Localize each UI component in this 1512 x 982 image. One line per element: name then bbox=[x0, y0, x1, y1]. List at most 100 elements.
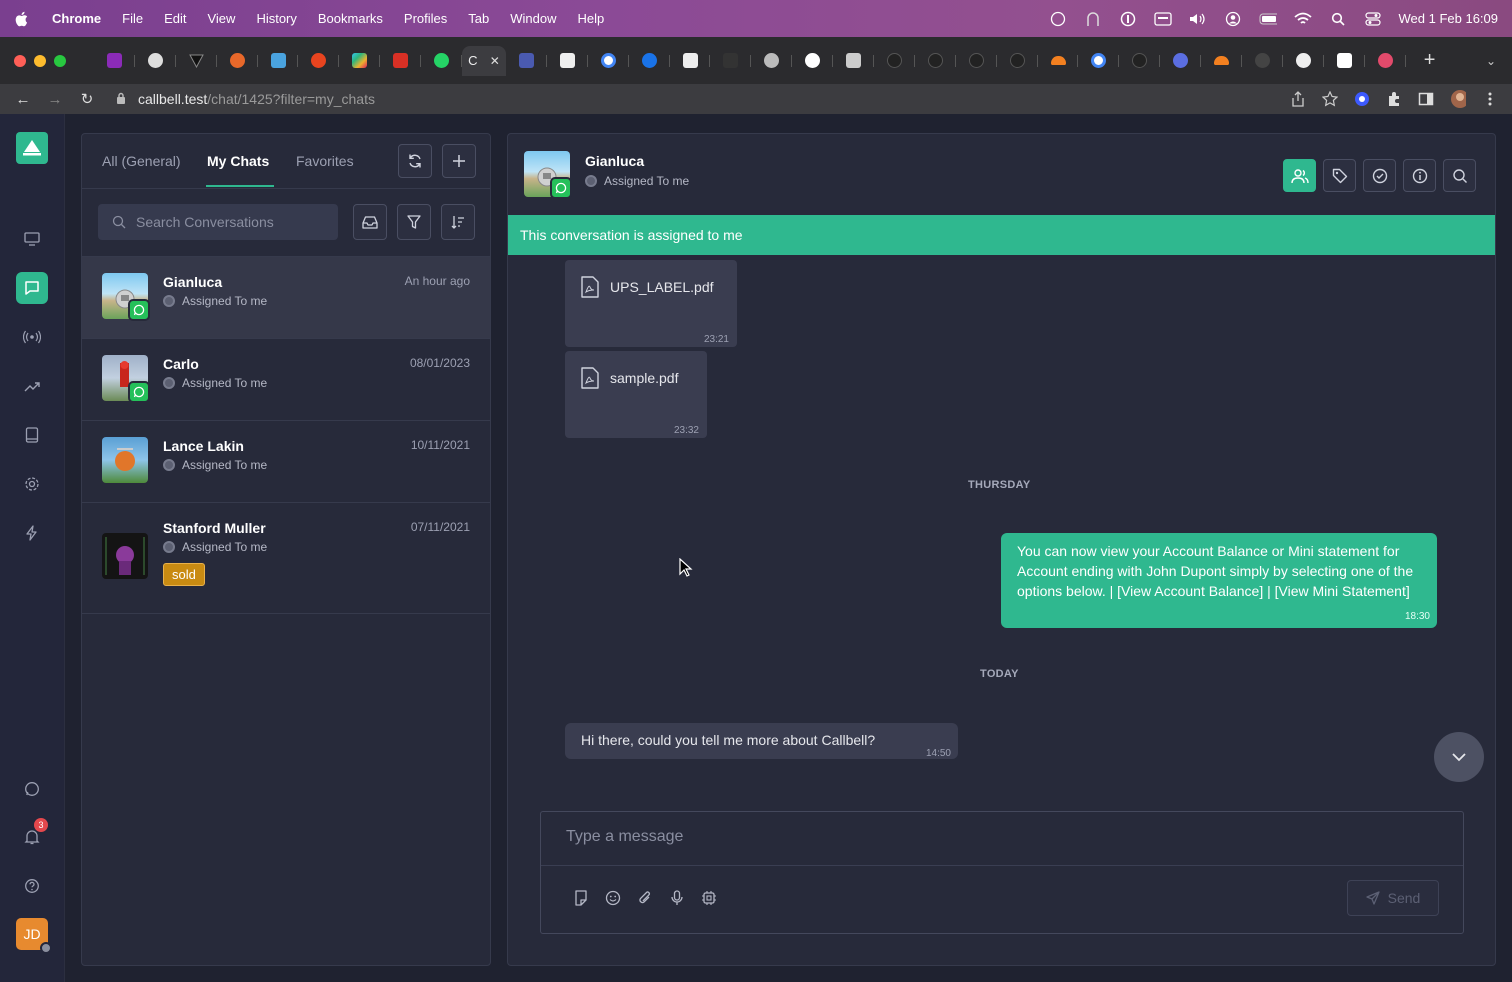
browser-tab[interactable] bbox=[547, 46, 588, 76]
browser-tab[interactable] bbox=[298, 46, 340, 76]
tab-all-general[interactable]: All (General) bbox=[102, 153, 181, 169]
nav-notifications-bell-icon[interactable]: 3 bbox=[16, 818, 48, 853]
incoming-message[interactable]: Hi there, could you tell me more about C… bbox=[565, 723, 958, 759]
control-center-icon[interactable] bbox=[1364, 11, 1382, 26]
assign-agents-button[interactable] bbox=[1283, 159, 1316, 192]
battery-icon[interactable] bbox=[1259, 12, 1277, 26]
browser-tab[interactable] bbox=[792, 46, 834, 76]
browser-tab[interactable] bbox=[915, 46, 956, 76]
user-avatar[interactable]: JD bbox=[16, 918, 52, 954]
browser-menu-icon[interactable] bbox=[1482, 91, 1498, 107]
browser-tab[interactable] bbox=[380, 46, 422, 76]
nav-analytics-icon[interactable] bbox=[16, 370, 48, 402]
browser-tab[interactable] bbox=[874, 46, 915, 76]
inbox-button[interactable] bbox=[353, 204, 387, 240]
nav-automations-bolt-icon[interactable] bbox=[16, 517, 48, 549]
extension-icon[interactable] bbox=[1354, 91, 1370, 107]
side-panel-icon[interactable] bbox=[1418, 91, 1434, 107]
arch-icon[interactable] bbox=[1084, 11, 1102, 26]
tab-close-icon[interactable]: ✕ bbox=[490, 54, 500, 68]
menu-edit[interactable]: Edit bbox=[164, 11, 186, 26]
browser-tab[interactable] bbox=[751, 46, 793, 76]
menu-tab[interactable]: Tab bbox=[468, 11, 489, 26]
attachment-paperclip-icon[interactable] bbox=[636, 889, 654, 907]
apple-icon[interactable] bbox=[14, 11, 30, 27]
bookmark-star-icon[interactable] bbox=[1322, 91, 1338, 107]
browser-tab[interactable] bbox=[1365, 46, 1406, 76]
browser-tab[interactable] bbox=[1201, 46, 1243, 76]
nav-contacts-book-icon[interactable] bbox=[16, 419, 48, 451]
new-tab-button[interactable]: + bbox=[1420, 49, 1440, 72]
browser-tab-active[interactable]: C ✕ bbox=[462, 45, 507, 76]
circle-status-icon[interactable] bbox=[1049, 11, 1067, 26]
outgoing-message[interactable]: You can now view your Account Balance or… bbox=[1001, 533, 1437, 628]
window-minimize-button[interactable] bbox=[34, 54, 46, 67]
scroll-to-bottom-button[interactable] bbox=[1434, 732, 1484, 782]
browser-tab[interactable] bbox=[956, 46, 997, 76]
back-arrow-icon[interactable]: ← bbox=[14, 91, 32, 108]
profile-avatar-icon[interactable] bbox=[1450, 90, 1466, 108]
message-input[interactable]: Type a message bbox=[566, 828, 683, 846]
menu-history[interactable]: History bbox=[256, 11, 296, 26]
file-message[interactable]: UPS_LABEL.pdf 23:21 bbox=[565, 260, 737, 347]
wifi-icon[interactable] bbox=[1293, 12, 1312, 26]
password-manager-icon[interactable] bbox=[1119, 11, 1137, 26]
keyboard-icon[interactable] bbox=[1153, 11, 1172, 26]
menu-window[interactable]: Window bbox=[510, 11, 556, 26]
new-conversation-button[interactable] bbox=[442, 144, 476, 178]
nav-chats-icon[interactable] bbox=[16, 272, 48, 304]
nav-broadcast-icon[interactable] bbox=[16, 321, 48, 353]
filter-button[interactable] bbox=[397, 204, 431, 240]
menu-clock[interactable]: Wed 1 Feb 16:09 bbox=[1399, 11, 1499, 26]
browser-tab[interactable] bbox=[1324, 46, 1365, 76]
menu-bookmarks[interactable]: Bookmarks bbox=[318, 11, 383, 26]
menu-app-name[interactable]: Chrome bbox=[52, 11, 101, 26]
nav-whatsapp-icon[interactable] bbox=[16, 773, 48, 805]
user-account-icon[interactable] bbox=[1224, 11, 1242, 26]
browser-tab[interactable] bbox=[421, 46, 463, 76]
browser-tab[interactable] bbox=[176, 46, 217, 76]
browser-tab[interactable] bbox=[1283, 46, 1324, 76]
reload-icon[interactable]: ↻ bbox=[78, 90, 96, 108]
conversation-item[interactable]: Gianluca Assigned To me An hour ago bbox=[82, 256, 490, 338]
window-close-button[interactable] bbox=[14, 54, 26, 67]
browser-tab[interactable] bbox=[629, 46, 670, 76]
browser-tab[interactable] bbox=[1038, 46, 1079, 76]
menu-file[interactable]: File bbox=[122, 11, 143, 26]
tag-badge[interactable]: sold bbox=[163, 563, 205, 586]
browser-tab[interactable] bbox=[506, 46, 547, 76]
browser-tab[interactable] bbox=[1242, 46, 1283, 76]
resolve-button[interactable] bbox=[1363, 159, 1396, 192]
tags-button[interactable] bbox=[1323, 159, 1356, 192]
browser-tab[interactable] bbox=[710, 46, 752, 76]
menu-profiles[interactable]: Profiles bbox=[404, 11, 447, 26]
share-icon[interactable] bbox=[1290, 91, 1306, 107]
file-message[interactable]: sample.pdf 23:32 bbox=[565, 351, 707, 438]
browser-tab[interactable] bbox=[94, 46, 135, 76]
volume-icon[interactable] bbox=[1189, 12, 1207, 26]
file-name[interactable]: UPS_LABEL.pdf bbox=[610, 279, 714, 295]
browser-tab[interactable] bbox=[833, 46, 875, 76]
lock-icon[interactable] bbox=[116, 91, 128, 107]
browser-tab[interactable] bbox=[1078, 46, 1120, 76]
emoji-icon[interactable] bbox=[604, 889, 622, 907]
conversation-item[interactable]: Stanford Muller Assigned To me 07/11/202… bbox=[82, 502, 490, 614]
nav-dashboard-icon[interactable] bbox=[16, 223, 48, 255]
browser-tab[interactable] bbox=[217, 46, 258, 76]
browser-tab[interactable] bbox=[339, 46, 381, 76]
send-button[interactable]: Send bbox=[1347, 880, 1439, 916]
file-name[interactable]: sample.pdf bbox=[610, 370, 678, 386]
search-messages-button[interactable] bbox=[1443, 159, 1476, 192]
note-icon[interactable] bbox=[572, 889, 590, 907]
nav-help-icon[interactable] bbox=[16, 870, 48, 902]
conversation-item[interactable]: Lance Lakin Assigned To me 10/11/2021 bbox=[82, 420, 490, 502]
browser-tab[interactable] bbox=[670, 46, 711, 76]
forward-arrow-icon[interactable]: → bbox=[46, 91, 64, 108]
contact-info-button[interactable] bbox=[1403, 159, 1436, 192]
browser-tab[interactable] bbox=[258, 46, 299, 76]
browser-tab[interactable] bbox=[1119, 46, 1161, 76]
browser-tab[interactable] bbox=[1160, 46, 1202, 76]
search-input[interactable]: Search Conversations bbox=[98, 204, 338, 240]
tab-search-chevron-icon[interactable]: ⌄ bbox=[1486, 54, 1496, 68]
tab-my-chats[interactable]: My Chats bbox=[207, 153, 269, 169]
